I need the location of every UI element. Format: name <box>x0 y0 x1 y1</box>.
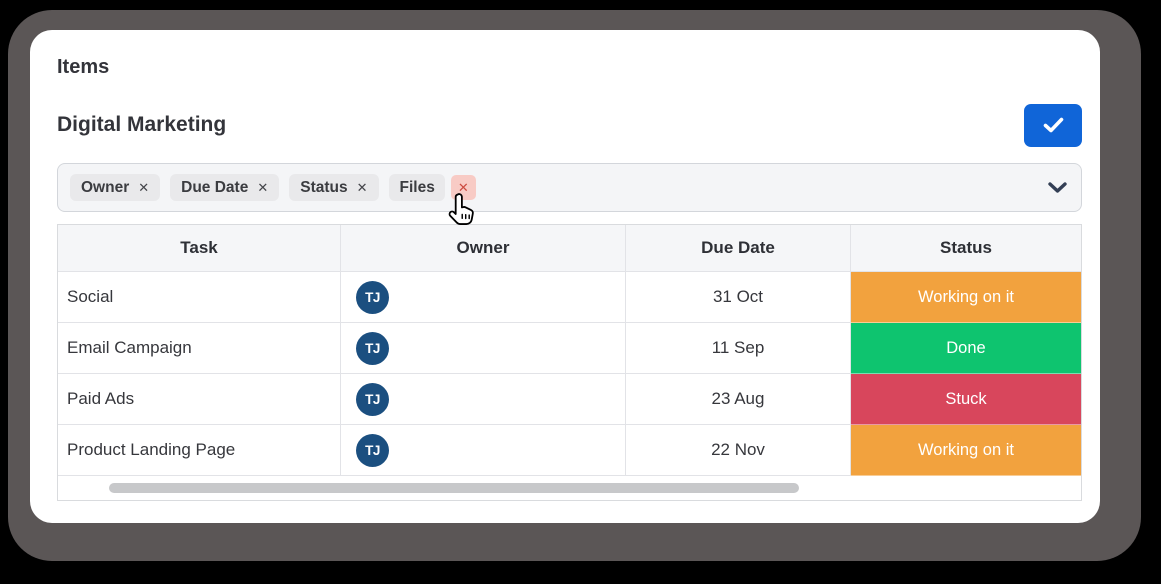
filter-chip-owner[interactable]: Owner ✕ <box>70 174 161 201</box>
filter-chip-label: Status <box>300 178 348 196</box>
due-date-cell[interactable]: 23 Aug <box>626 374 851 425</box>
check-icon <box>1043 117 1064 133</box>
avatar[interactable]: TJ <box>356 433 389 467</box>
table-header-row: Task Owner Due Date Status <box>58 225 1081 272</box>
remove-chip-icon[interactable]: ✕ <box>138 181 149 194</box>
task-cell[interactable]: Product Landing Page <box>58 425 341 476</box>
column-header-status[interactable]: Status <box>851 225 1081 272</box>
status-cell[interactable]: Done <box>851 323 1081 374</box>
confirm-button[interactable] <box>1024 103 1082 147</box>
filter-bar: Owner ✕ Due Date ✕ Status ✕ Files ✕ <box>57 163 1082 212</box>
board-header: Digital Marketing <box>57 103 1082 147</box>
table-row: Email Campaign TJ 11 Sep Done <box>58 323 1081 374</box>
due-date-cell[interactable]: 31 Oct <box>626 272 851 323</box>
filter-chip-files[interactable]: Files <box>388 174 445 201</box>
filter-chip-status[interactable]: Status ✕ <box>289 174 379 201</box>
task-cell[interactable]: Email Campaign <box>58 323 341 374</box>
due-date-cell[interactable]: 22 Nov <box>626 425 851 476</box>
chevron-down-icon <box>1048 181 1067 194</box>
column-header-due-date[interactable]: Due Date <box>626 225 851 272</box>
avatar[interactable]: TJ <box>356 280 389 314</box>
horizontal-scrollbar-track[interactable] <box>58 476 1081 500</box>
page-title: Items <box>57 56 110 78</box>
filter-chip-label: Files <box>399 178 435 196</box>
remove-chip-icon-highlighted[interactable]: ✕ <box>450 175 476 200</box>
owner-cell[interactable]: TJ <box>341 425 626 476</box>
task-cell[interactable]: Social <box>58 272 341 323</box>
owner-cell[interactable]: TJ <box>341 323 626 374</box>
table-row: Paid Ads TJ 23 Aug Stuck <box>58 374 1081 425</box>
remove-chip-icon[interactable]: ✕ <box>257 181 268 194</box>
filter-bar-collapse-button[interactable] <box>1048 181 1067 194</box>
items-table: Task Owner Due Date Status Social TJ 31 … <box>57 224 1082 501</box>
remove-chip-icon[interactable]: ✕ <box>357 181 368 194</box>
items-card: Items Digital Marketing Owner ✕ Due Date… <box>30 30 1100 523</box>
filter-chip-label: Due Date <box>181 178 249 196</box>
owner-cell[interactable]: TJ <box>341 272 626 323</box>
avatar[interactable]: TJ <box>356 331 389 365</box>
status-cell[interactable]: Working on it <box>851 272 1081 323</box>
table-row: Social TJ 31 Oct Working on it <box>58 272 1081 323</box>
filter-chip-label: Owner <box>81 178 130 196</box>
table-row: Product Landing Page TJ 22 Nov Working o… <box>58 425 1081 476</box>
filter-chip-due-date[interactable]: Due Date ✕ <box>170 174 280 201</box>
column-header-owner[interactable]: Owner <box>341 225 626 272</box>
owner-cell[interactable]: TJ <box>341 374 626 425</box>
board-title: Digital Marketing <box>57 113 227 136</box>
avatar[interactable]: TJ <box>356 382 389 416</box>
status-cell[interactable]: Stuck <box>851 374 1081 425</box>
status-cell[interactable]: Working on it <box>851 425 1081 476</box>
column-header-task[interactable]: Task <box>58 225 341 272</box>
due-date-cell[interactable]: 11 Sep <box>626 323 851 374</box>
horizontal-scrollbar-thumb[interactable] <box>109 483 799 493</box>
task-cell[interactable]: Paid Ads <box>58 374 341 425</box>
